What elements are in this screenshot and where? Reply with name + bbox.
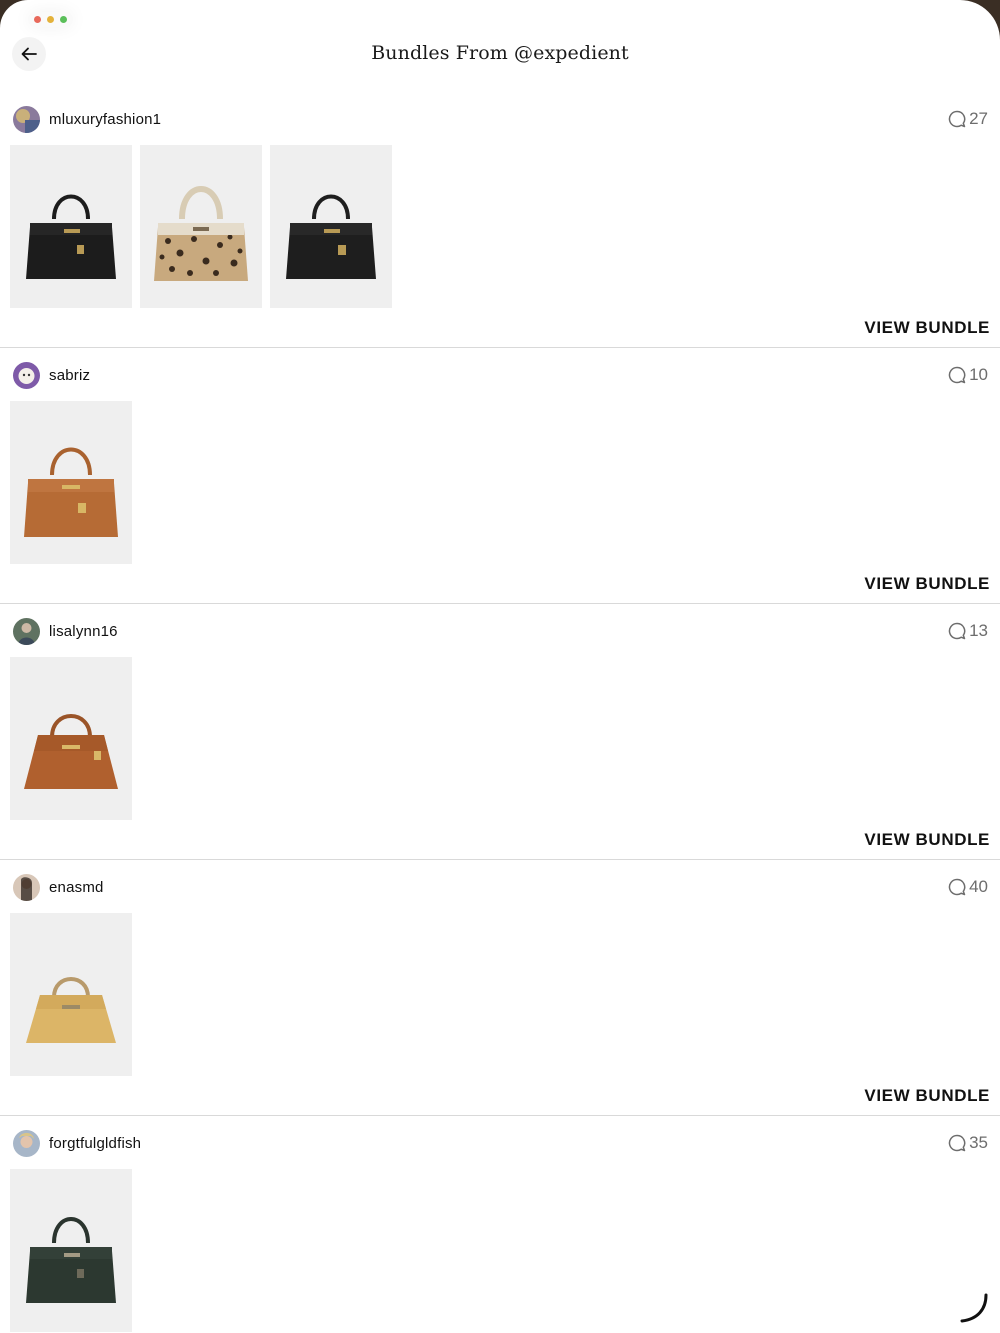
avatar[interactable] [13,105,40,133]
loading-spinner-icon [960,1293,988,1323]
close-dot[interactable] [34,16,41,23]
bundle-items [10,401,132,564]
product-thumbnail[interactable] [10,145,132,308]
bundle-feed: mluxuryfashion1 27 VIEW BUNDLE sabriz 10… [0,92,1000,1333]
bundle-header: sabriz 10 [13,361,988,389]
product-thumbnail[interactable] [10,913,132,1076]
comment-icon [948,622,966,640]
avatar[interactable] [13,873,40,901]
bundle-card: enasmd 40 VIEW BUNDLE [0,860,1000,1116]
view-bundle-button[interactable]: VIEW BUNDLE [864,1086,990,1106]
leopard-print-birkin-bag-image [154,185,248,281]
comment-count[interactable]: 35 [947,1133,988,1153]
comment-count-label: 13 [969,621,988,640]
tan-kelly-bag-image [24,713,118,789]
app-window: Bundles From @expedient mluxuryfashion1 [0,0,1000,1333]
comment-icon [948,878,966,896]
bundle-items [10,913,132,1076]
black-birkin-bag-image [26,194,116,279]
username[interactable]: forgtfulgldfish [49,1135,141,1152]
product-thumbnail[interactable] [10,401,132,564]
bundle-card: mluxuryfashion1 27 VIEW BUNDLE [0,92,1000,348]
product-thumbnail[interactable] [10,657,132,820]
bundle-card: sabriz 10 VIEW BUNDLE [0,348,1000,604]
avatar[interactable] [13,1129,40,1157]
comment-count[interactable]: 13 [947,621,988,641]
bundle-card: forgtfulgldfish 35 [0,1116,1000,1333]
product-thumbnail[interactable] [270,145,392,308]
black-birkin-bag-image [286,194,376,279]
gold-kelly-bag-image [26,976,116,1043]
avatar[interactable] [13,361,40,389]
maximize-dot[interactable] [60,16,67,23]
comment-count[interactable]: 10 [947,365,988,385]
bundle-items [10,145,392,308]
bundle-header: enasmd 40 [13,873,988,901]
window-controls [28,12,73,27]
avatar[interactable] [13,617,40,645]
view-bundle-button[interactable]: VIEW BUNDLE [864,830,990,850]
minimize-dot[interactable] [47,16,54,23]
page-title: Bundles From @expedient [371,42,629,64]
comment-count-label: 40 [969,877,988,896]
view-bundle-button[interactable]: VIEW BUNDLE [864,318,990,338]
username[interactable]: lisalynn16 [49,623,118,640]
comment-count[interactable]: 40 [947,877,988,897]
comment-count-label: 10 [969,365,988,384]
product-thumbnail[interactable] [10,1169,132,1332]
dark-green-birkin-bag-image [26,1216,116,1303]
username[interactable]: mluxuryfashion1 [49,111,161,128]
bundle-card: lisalynn16 13 VIEW BUNDLE [0,604,1000,860]
comment-count-label: 35 [969,1133,988,1152]
bundle-items [10,1169,132,1332]
bundle-header: mluxuryfashion1 27 [13,105,988,133]
bundle-items [10,657,132,820]
bundle-header: lisalynn16 13 [13,617,988,645]
comment-icon [948,110,966,128]
tan-birkin-bag-image [24,447,118,537]
bundle-header: forgtfulgldfish 35 [13,1129,988,1157]
comment-icon [948,1134,966,1152]
comment-icon [948,366,966,384]
comment-count-label: 27 [969,109,988,128]
comment-count[interactable]: 27 [947,109,988,129]
username[interactable]: sabriz [49,367,90,384]
product-thumbnail[interactable] [140,145,262,308]
view-bundle-button[interactable]: VIEW BUNDLE [864,574,990,594]
username[interactable]: enasmd [49,879,104,896]
